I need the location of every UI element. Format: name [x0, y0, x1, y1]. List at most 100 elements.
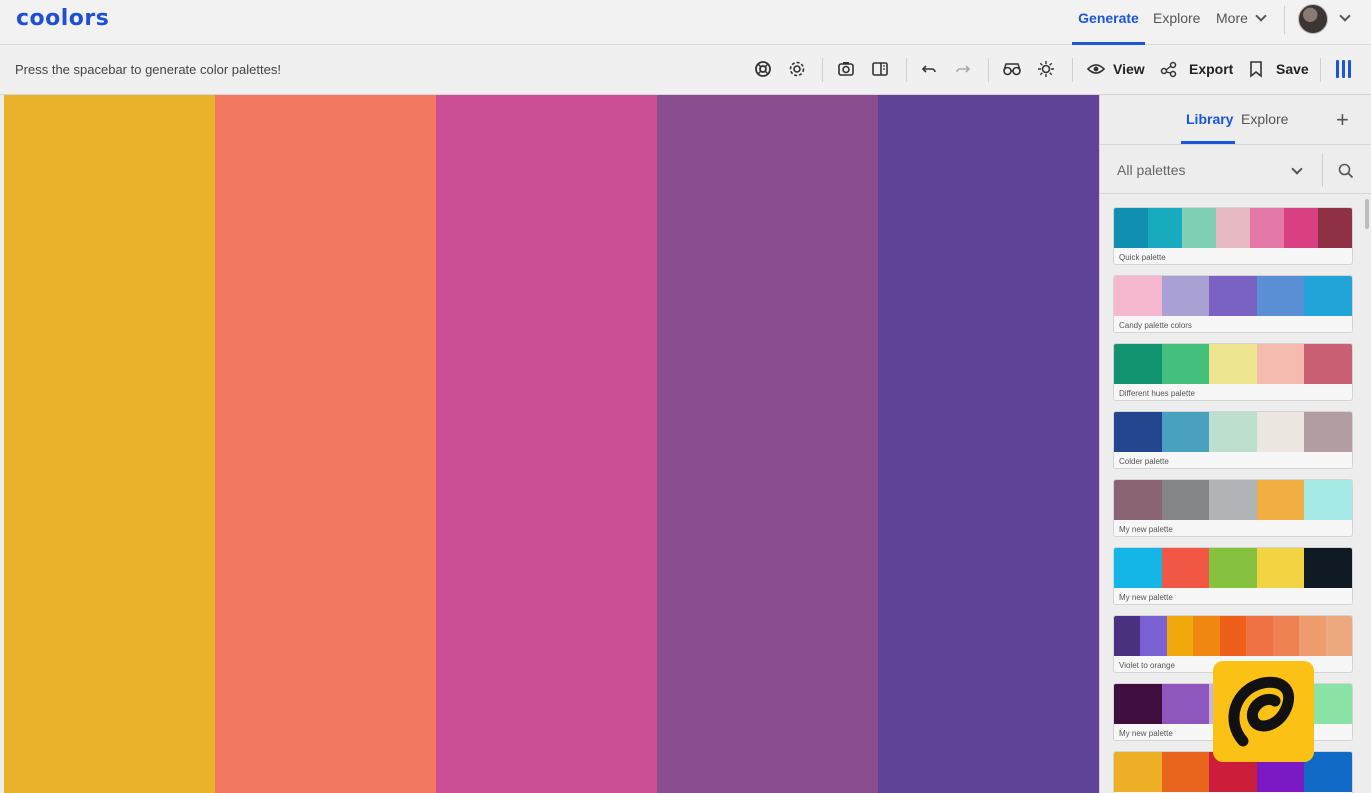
- palette-name: My new palette: [1119, 593, 1173, 602]
- palette-name: Colder palette: [1119, 457, 1169, 466]
- settings-icon[interactable]: [786, 58, 808, 80]
- palette-name: Quick palette: [1119, 253, 1166, 262]
- palette-swatch: [1209, 344, 1257, 384]
- toolbar-separator: [1320, 58, 1321, 82]
- saved-palette-card[interactable]: Candy palette colors: [1113, 275, 1353, 333]
- palette-swatch: [1272, 616, 1300, 656]
- toolbar-separator: [822, 58, 823, 82]
- save-button[interactable]: Save: [1276, 61, 1309, 77]
- palette-swatch: [1166, 616, 1194, 656]
- nav-generate[interactable]: Generate: [1072, 0, 1145, 45]
- bookmark-icon[interactable]: [1245, 58, 1267, 80]
- nav-explore[interactable]: Explore: [1153, 0, 1200, 45]
- bar-icon: [1348, 60, 1351, 78]
- palette-color-column[interactable]: [878, 95, 1099, 793]
- palette-name: Candy palette colors: [1119, 321, 1192, 330]
- panel-divider: [1100, 144, 1371, 145]
- palette-swatch: [1246, 616, 1273, 656]
- toolbar-separator: [906, 58, 907, 82]
- search-icon[interactable]: [1338, 163, 1354, 184]
- tab-explore[interactable]: Explore: [1241, 111, 1288, 127]
- saved-palette-card[interactable]: My new palette: [1113, 479, 1353, 537]
- spacebar-hint: Press the spacebar to generate color pal…: [15, 62, 281, 77]
- saved-palette-card[interactable]: Quick palette: [1113, 207, 1353, 265]
- bar-icon: [1342, 60, 1345, 78]
- bar-icon: [1336, 60, 1339, 78]
- view-button[interactable]: View: [1113, 61, 1145, 77]
- brightness-icon[interactable]: [1035, 58, 1057, 80]
- palette-swatch: [1114, 412, 1162, 452]
- palette-swatches: [1114, 208, 1352, 248]
- panel-separator: [1322, 153, 1323, 187]
- palette-color-column[interactable]: [4, 95, 215, 793]
- palette-swatch: [1250, 208, 1284, 248]
- palette-swatch: [1304, 480, 1352, 520]
- palette-swatch: [1209, 276, 1257, 316]
- palette-swatch: [1114, 344, 1162, 384]
- palette-swatch: [1161, 480, 1210, 520]
- add-palette-button[interactable]: +: [1336, 107, 1349, 133]
- palette-swatch: [1209, 480, 1257, 520]
- palette-swatch: [1318, 208, 1352, 248]
- saved-palette-card[interactable]: Colder palette: [1113, 411, 1353, 469]
- chevron-down-icon: [1255, 10, 1267, 22]
- nav-separator: [1284, 6, 1285, 34]
- palette-swatch: [1256, 344, 1305, 384]
- palette-swatch: [1161, 412, 1210, 452]
- palette-name: Different hues palette: [1119, 389, 1195, 398]
- palette-swatch: [1161, 548, 1210, 588]
- top-navbar: coolors Generate Explore More: [0, 0, 1371, 45]
- palette-swatch: [1114, 480, 1162, 520]
- undo-icon[interactable]: [918, 58, 940, 80]
- palette-swatch: [1299, 616, 1326, 656]
- toolbar: Press the spacebar to generate color pal…: [0, 45, 1371, 95]
- saved-palette-card[interactable]: Different hues palette: [1113, 343, 1353, 401]
- toolbar-separator: [988, 58, 989, 82]
- chevron-down-icon[interactable]: [1339, 10, 1351, 22]
- nav-more-label: More: [1216, 10, 1248, 26]
- palette-swatch: [1304, 412, 1352, 452]
- export-button[interactable]: Export: [1189, 61, 1233, 77]
- palette-swatch: [1256, 412, 1305, 452]
- palette-swatch: [1114, 752, 1162, 792]
- redo-icon[interactable]: [952, 58, 974, 80]
- palette-swatches: [1114, 616, 1352, 656]
- palettes-panel-toggle[interactable]: [1336, 60, 1352, 78]
- camera-icon[interactable]: [835, 58, 857, 80]
- palette-color-column[interactable]: [657, 95, 878, 793]
- coolors-logo[interactable]: coolors: [16, 6, 109, 31]
- palette-swatch: [1256, 548, 1305, 588]
- saved-palette-card[interactable]: My new palette: [1113, 547, 1353, 605]
- palette-filter-select[interactable]: All palettes: [1117, 162, 1185, 178]
- palette-swatch: [1114, 276, 1162, 316]
- palette-swatch: [1304, 276, 1352, 316]
- brand-badge-logo: [1213, 661, 1314, 762]
- share-icon[interactable]: [1158, 58, 1180, 80]
- palette-swatches: [1114, 548, 1352, 588]
- palette-swatch: [1114, 616, 1141, 656]
- palette-swatch: [1182, 208, 1216, 248]
- palette-swatches: [1114, 480, 1352, 520]
- palette-swatch: [1140, 616, 1167, 656]
- palette-swatch: [1216, 208, 1250, 248]
- eye-icon[interactable]: [1085, 58, 1107, 80]
- tab-library[interactable]: Library: [1186, 111, 1233, 127]
- palette-swatch: [1161, 276, 1210, 316]
- nav-more[interactable]: More: [1216, 0, 1248, 45]
- palette-swatch: [1193, 616, 1220, 656]
- palette-color-column[interactable]: [215, 95, 436, 793]
- palette-swatch: [1114, 548, 1162, 588]
- palette-color-column[interactable]: [436, 95, 657, 793]
- palette-swatches: [1114, 344, 1352, 384]
- avatar[interactable]: [1298, 4, 1328, 34]
- toolbar-separator: [1072, 58, 1073, 82]
- glasses-icon[interactable]: [1001, 58, 1023, 80]
- help-icon[interactable]: [752, 58, 774, 80]
- chevron-down-icon[interactable]: [1291, 163, 1303, 175]
- panel-scrollbar[interactable]: [1365, 199, 1369, 229]
- palette-swatch: [1284, 208, 1318, 248]
- side-panel-icon[interactable]: [869, 58, 891, 80]
- palette-swatch: [1304, 548, 1352, 588]
- palette-swatches: [1114, 276, 1352, 316]
- palette-swatch: [1161, 752, 1210, 792]
